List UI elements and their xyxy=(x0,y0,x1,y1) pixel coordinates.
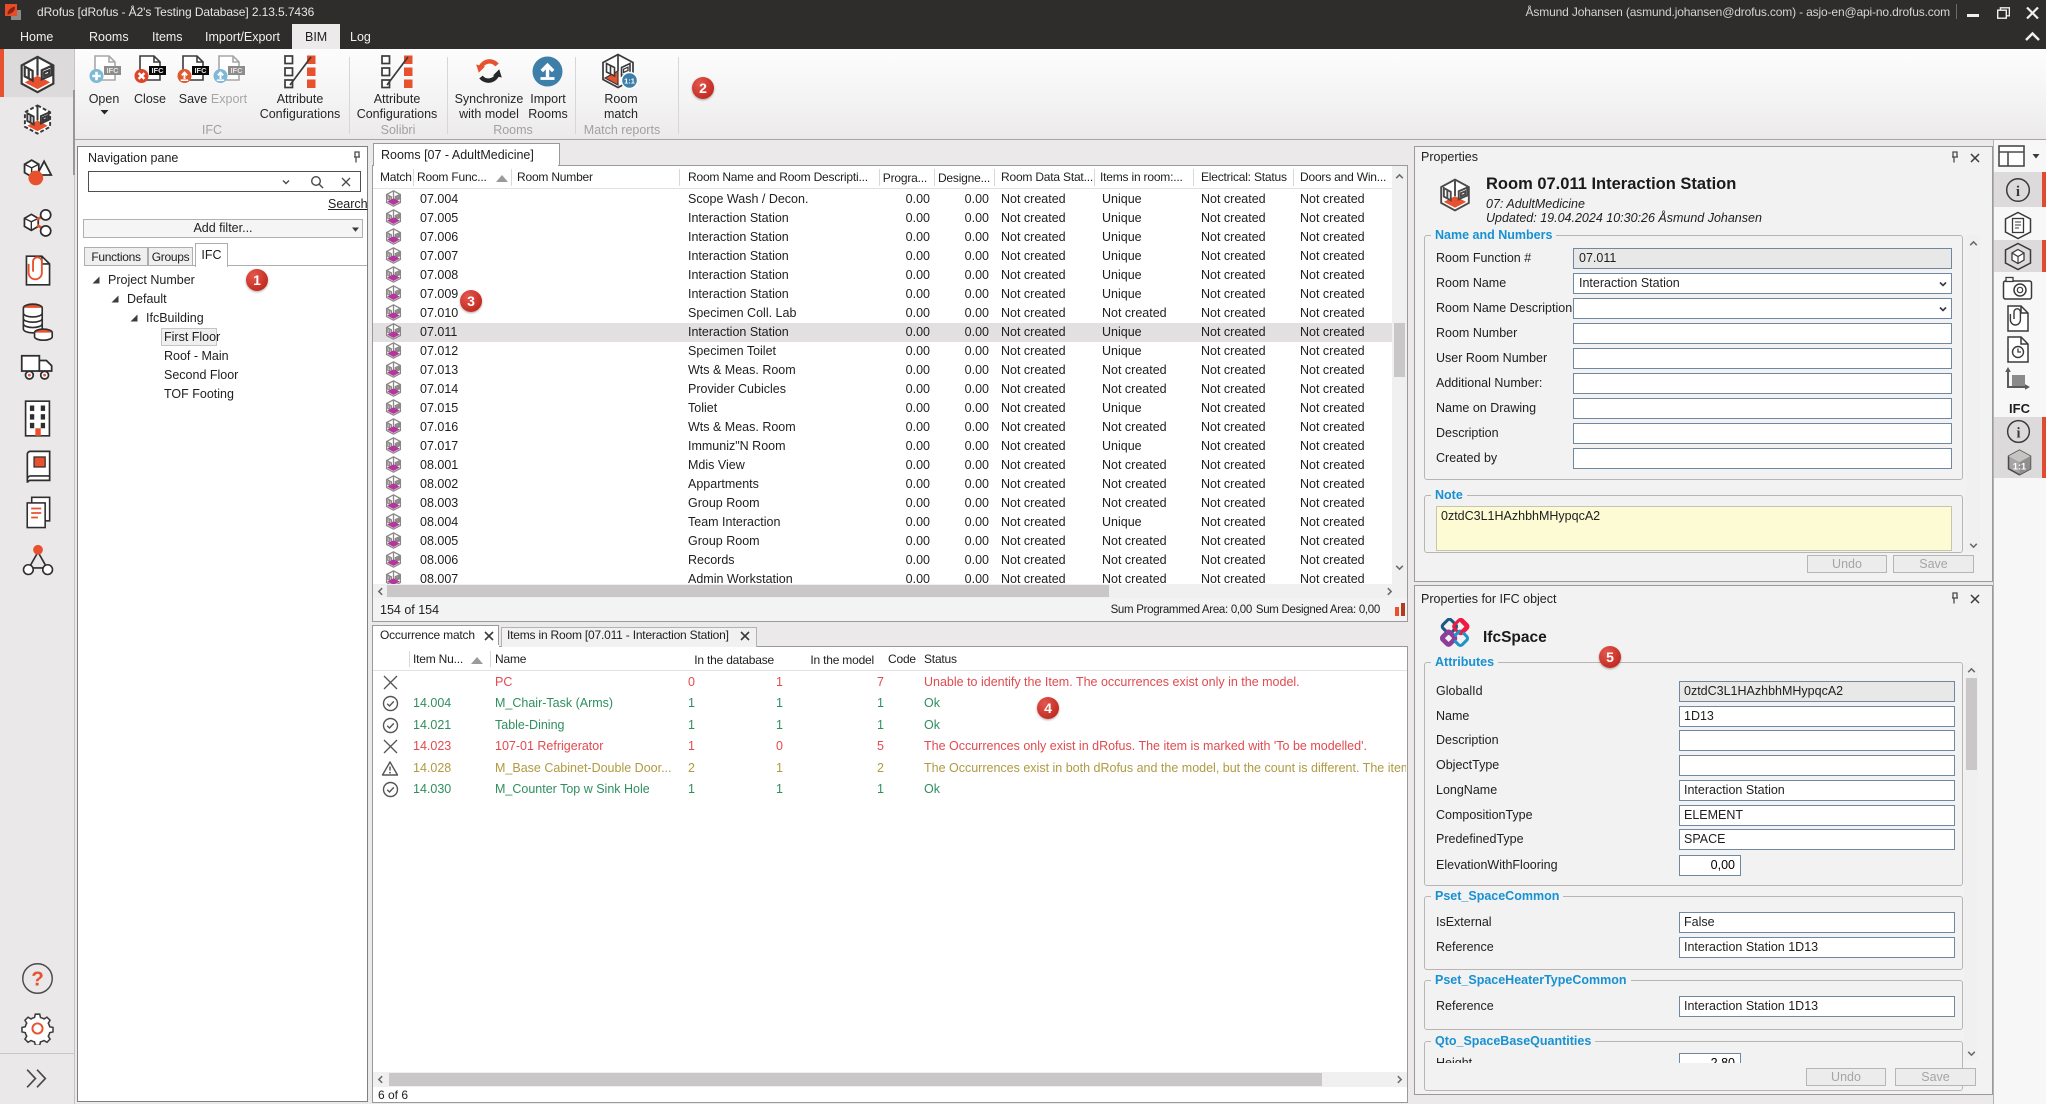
svg-text:IFC: IFC xyxy=(106,66,119,75)
svg-text:i: i xyxy=(2016,184,2020,200)
svg-text:1:1: 1:1 xyxy=(2013,461,2026,471)
svg-text:?: ? xyxy=(31,968,44,991)
svg-text:1:1: 1:1 xyxy=(624,76,635,85)
svg-text:IFC: IFC xyxy=(151,66,164,75)
svg-text:IFC: IFC xyxy=(194,66,207,75)
svg-text:IFC: IFC xyxy=(230,66,243,75)
svg-text:i: i xyxy=(2016,425,2020,441)
